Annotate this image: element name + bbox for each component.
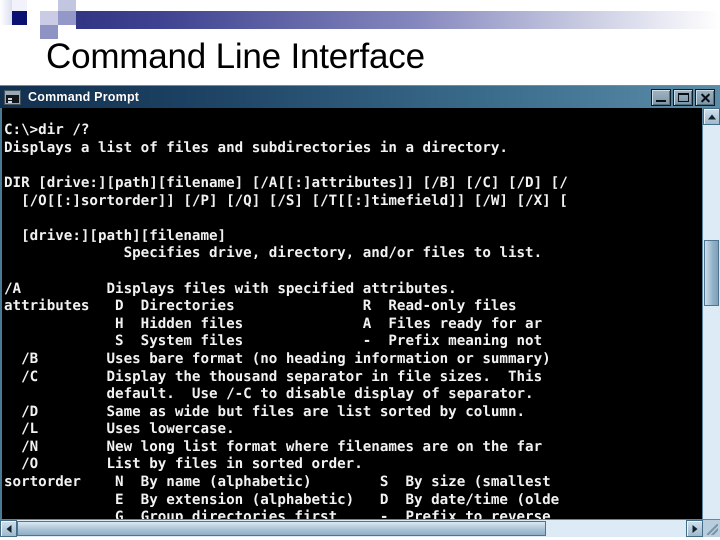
window-resize-grip[interactable] [703,520,720,537]
console-output-area[interactable]: C:\>dir /? Displays a list of files and … [0,108,720,538]
decoration-square [27,25,40,37]
decoration-square [40,11,58,25]
page-title: Command Line Interface [46,37,425,76]
window-controls [651,88,718,106]
console-text: C:\>dir /? Displays a list of files and … [4,122,568,538]
decoration-square-dark [12,11,27,25]
decoration-square [0,25,12,39]
close-button[interactable] [695,88,715,106]
decoration-square [58,25,76,29]
command-prompt-window: Command Prompt C:\>dir /? Displays a lis… [0,85,720,538]
horizontal-scrollbar-track[interactable] [17,520,686,537]
scroll-left-arrow-icon [6,524,11,533]
minimize-button[interactable] [651,88,671,106]
window-title: Command Prompt [28,90,140,104]
vertical-scrollbar-track[interactable] [703,125,720,520]
horizontal-scrollbar-thumb[interactable] [17,521,546,536]
scroll-right-button[interactable] [686,520,703,537]
maximize-button[interactable] [673,88,693,106]
vertical-scrollbar[interactable] [702,108,720,520]
scroll-left-button[interactable] [0,520,17,537]
scroll-up-arrow-icon [707,114,716,119]
vertical-scrollbar-thumb[interactable] [704,240,719,306]
decoration-square [58,11,76,25]
decoration-gradient-bar [40,11,720,29]
window-titlebar[interactable]: Command Prompt [0,86,720,108]
decoration-square [58,0,76,11]
maximize-icon [678,92,689,102]
decoration-square [12,0,27,11]
decoration-square [27,11,40,25]
slide-decoration-header [0,0,720,39]
scroll-up-button[interactable] [703,108,720,125]
console-icon [4,89,21,105]
decoration-square [40,0,58,11]
minimize-icon [656,99,666,102]
horizontal-scrollbar[interactable] [0,519,720,537]
scroll-right-arrow-icon [692,524,697,533]
